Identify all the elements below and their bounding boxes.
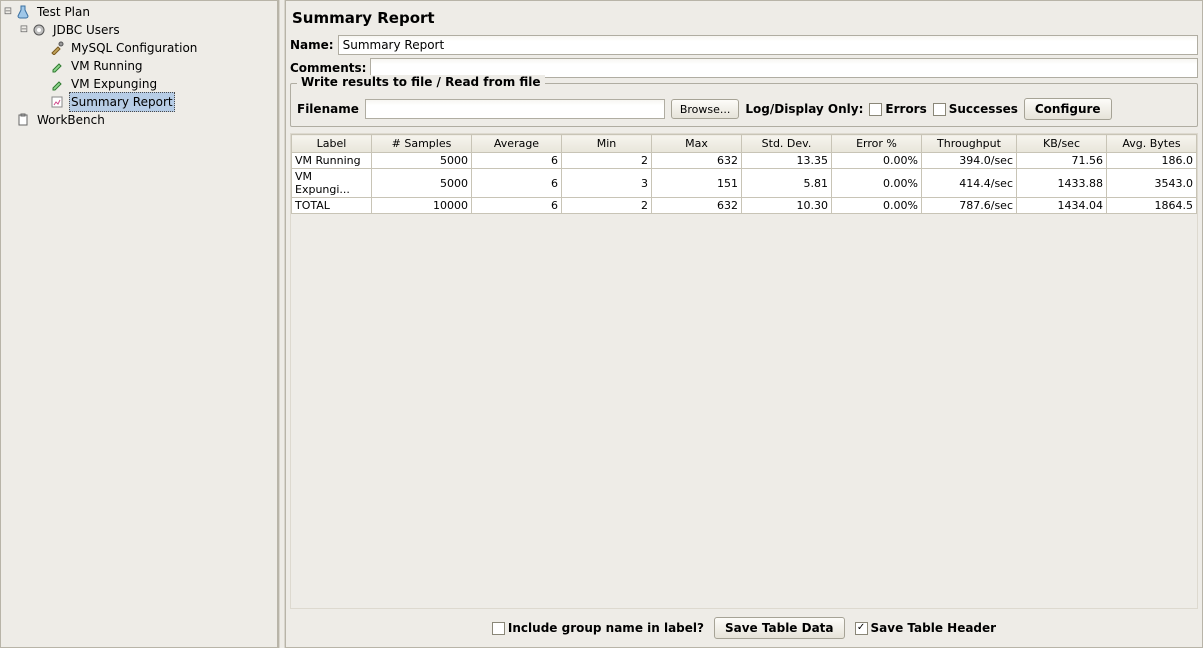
wrench-icon [49,40,65,56]
table-cell: 6 [472,153,562,169]
table-cell: 3 [562,169,652,198]
table-cell: 151 [652,169,742,198]
save-header-checkbox-wrap[interactable]: Save Table Header [855,621,997,635]
include-group-checkbox-wrap[interactable]: Include group name in label? [492,621,704,635]
table-row[interactable]: TOTAL100006263210.300.00%787.6/sec1434.0… [292,198,1197,214]
filename-input[interactable] [365,99,665,119]
table-cell: 632 [652,198,742,214]
bottom-bar: Include group name in label? Save Table … [290,609,1198,643]
tree-label: MySQL Configuration [69,39,199,57]
fieldset-legend: Write results to file / Read from file [297,75,545,89]
tree-item-vm-running[interactable]: VM Running [3,57,277,75]
table-header-cell[interactable]: Max [652,135,742,153]
table-cell: 5.81 [742,169,832,198]
table-cell: 787.6/sec [922,198,1017,214]
results-table-area: Label# SamplesAverageMinMaxStd. Dev.Erro… [290,133,1198,609]
successes-label: Successes [949,102,1018,116]
table-cell: 186.0 [1107,153,1197,169]
tree-item-vm-expunging[interactable]: VM Expunging [3,75,277,93]
table-cell: 394.0/sec [922,153,1017,169]
tree-item-workbench[interactable]: ⊟ WorkBench [3,111,277,129]
table-cell: 71.56 [1017,153,1107,169]
table-cell: 632 [652,153,742,169]
panel-title: Summary Report [290,5,1198,35]
tree-label: Test Plan [35,3,92,21]
table-row[interactable]: VM Expungi...5000631515.810.00%414.4/sec… [292,169,1197,198]
table-header-cell[interactable]: Throughput [922,135,1017,153]
table-header-cell[interactable]: Avg. Bytes [1107,135,1197,153]
table-cell: 1434.04 [1017,198,1107,214]
table-row[interactable]: VM Running50006263213.350.00%394.0/sec71… [292,153,1197,169]
browse-button[interactable]: Browse... [671,99,740,119]
checkbox-icon[interactable] [855,622,868,635]
tree-item-mysql-config[interactable]: MySQL Configuration [3,39,277,57]
checkbox-icon[interactable] [933,103,946,116]
filename-label: Filename [297,102,359,116]
save-header-label: Save Table Header [871,621,997,635]
tree-panel: ⊟ Test Plan ⊟ JDBC Users MySQL Configura… [0,0,279,648]
table-cell: 2 [562,153,652,169]
tree-item-jdbc-users[interactable]: ⊟ JDBC Users [3,21,277,39]
clipboard-icon [15,112,31,128]
report-icon [49,94,65,110]
table-header-cell[interactable]: Min [562,135,652,153]
table-cell: 0.00% [832,153,922,169]
table-header-row: Label# SamplesAverageMinMaxStd. Dev.Erro… [292,135,1197,153]
name-label: Name: [290,38,334,52]
configure-button[interactable]: Configure [1024,98,1112,120]
table-cell: 13.35 [742,153,832,169]
results-table: Label# SamplesAverageMinMaxStd. Dev.Erro… [291,134,1197,214]
successes-checkbox-wrap[interactable]: Successes [933,102,1018,116]
table-cell: 1864.5 [1107,198,1197,214]
main-panel: Summary Report Name: Comments: Write res… [285,0,1203,648]
table-header-cell[interactable]: # Samples [372,135,472,153]
table-cell: 6 [472,169,562,198]
tree-label: Summary Report [69,92,175,112]
name-input[interactable] [338,35,1198,55]
table-cell: 5000 [372,153,472,169]
table-cell: TOTAL [292,198,372,214]
gear-icon [31,22,47,38]
errors-label: Errors [885,102,926,116]
table-header-cell[interactable]: Std. Dev. [742,135,832,153]
flask-icon [15,4,31,20]
checkbox-icon[interactable] [492,622,505,635]
expand-toggle-icon[interactable]: ⊟ [3,3,13,21]
table-cell: 414.4/sec [922,169,1017,198]
table-cell: 1433.88 [1017,169,1107,198]
include-group-label: Include group name in label? [508,621,704,635]
tree-label: VM Expunging [69,75,159,93]
table-cell: VM Running [292,153,372,169]
logdisplay-label: Log/Display Only: [745,102,863,116]
table-body: VM Running50006263213.350.00%394.0/sec71… [292,153,1197,214]
table-cell: 2 [562,198,652,214]
expand-toggle-icon[interactable]: ⊟ [19,21,29,39]
save-table-data-button[interactable]: Save Table Data [714,617,845,639]
tree-label: WorkBench [35,111,107,129]
table-cell: 0.00% [832,198,922,214]
errors-checkbox-wrap[interactable]: Errors [869,102,926,116]
table-cell: 3543.0 [1107,169,1197,198]
checkbox-icon[interactable] [869,103,882,116]
table-cell: VM Expungi... [292,169,372,198]
table-cell: 6 [472,198,562,214]
table-header-cell[interactable]: Label [292,135,372,153]
dropper-icon [49,58,65,74]
tree-item-summary-report[interactable]: Summary Report [3,93,277,111]
comments-label: Comments: [290,61,366,75]
dropper-icon [49,76,65,92]
table-header-cell[interactable]: Average [472,135,562,153]
tree-label: JDBC Users [51,21,122,39]
table-header-cell[interactable]: Error % [832,135,922,153]
table-cell: 10.30 [742,198,832,214]
table-header-cell[interactable]: KB/sec [1017,135,1107,153]
tree-item-test-plan[interactable]: ⊟ Test Plan [3,3,277,21]
table-cell: 10000 [372,198,472,214]
tree-label: VM Running [69,57,145,75]
table-cell: 0.00% [832,169,922,198]
file-fieldset: Write results to file / Read from file F… [290,83,1198,127]
table-cell: 5000 [372,169,472,198]
